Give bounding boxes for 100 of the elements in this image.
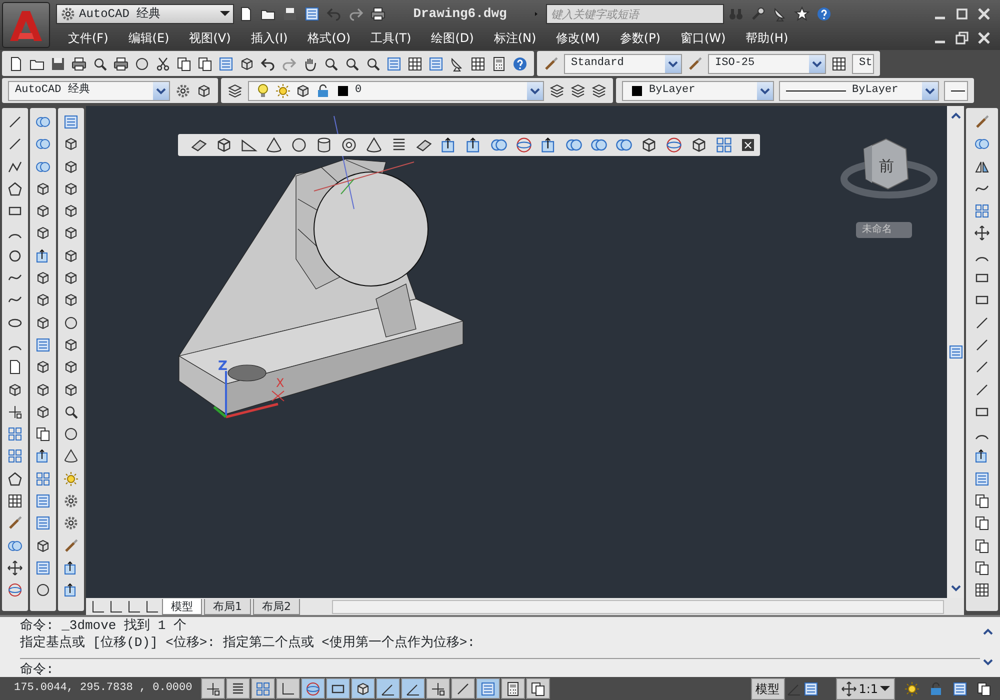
- redo-icon[interactable]: [348, 6, 364, 22]
- cube-icon[interactable]: [63, 270, 79, 286]
- copy-icon[interactable]: [974, 493, 990, 510]
- status-toggle[interactable]: [326, 678, 350, 699]
- layer-dropdown[interactable]: 0: [248, 80, 544, 100]
- line-icon[interactable]: [974, 382, 990, 398]
- layout-tab[interactable]: 布局1: [204, 598, 251, 614]
- table-icon[interactable]: [470, 56, 486, 72]
- cube-icon[interactable]: [215, 136, 233, 154]
- horizontal-scrollbar[interactable]: [332, 600, 944, 614]
- menu-item[interactable]: 参数(P): [610, 29, 670, 47]
- pentagon-icon[interactable]: [7, 470, 23, 487]
- cube-icon[interactable]: [63, 180, 79, 197]
- sphere-icon[interactable]: [63, 314, 79, 331]
- maximize-icon[interactable]: [954, 6, 970, 22]
- cube-icon[interactable]: [63, 359, 79, 376]
- magnifier-icon[interactable]: [92, 56, 108, 72]
- model-space-button[interactable]: 模型: [750, 678, 785, 700]
- list-icon[interactable]: [386, 56, 402, 72]
- gear-icon[interactable]: [63, 493, 79, 510]
- printer-icon[interactable]: [71, 56, 87, 72]
- close-icon[interactable]: [976, 30, 992, 46]
- cube-icon[interactable]: [63, 336, 79, 353]
- move-icon[interactable]: [974, 225, 990, 242]
- menu-item[interactable]: 帮助(H): [736, 29, 798, 47]
- annotation-scale-dropdown[interactable]: 1:1: [836, 678, 895, 700]
- cube-icon[interactable]: [35, 270, 51, 286]
- copy-icon[interactable]: [974, 515, 990, 532]
- menu-item[interactable]: 格式(O): [298, 29, 361, 47]
- cube-icon[interactable]: [640, 136, 658, 154]
- list-icon[interactable]: [304, 6, 320, 22]
- table-style-dropdown[interactable]: St: [852, 54, 874, 74]
- cube-icon[interactable]: [239, 56, 255, 72]
- orbit-icon[interactable]: [515, 136, 533, 154]
- save-icon[interactable]: [50, 56, 66, 72]
- dimension-style-dropdown[interactable]: ISO-25: [708, 54, 826, 74]
- list-icon[interactable]: [35, 493, 51, 510]
- sphere-icon[interactable]: [290, 136, 308, 154]
- tab-nav-icon[interactable]: [108, 598, 124, 614]
- lock-icon[interactable]: [928, 680, 944, 696]
- layers-icon[interactable]: [591, 82, 607, 98]
- gear-icon[interactable]: [175, 82, 191, 98]
- cube-icon[interactable]: [35, 382, 51, 398]
- layers-icon[interactable]: [549, 82, 565, 98]
- help-icon[interactable]: [512, 56, 528, 72]
- cube-icon[interactable]: [35, 359, 51, 376]
- tab-nav-icon[interactable]: [126, 598, 142, 614]
- list-icon[interactable]: [218, 56, 234, 72]
- crosshair-icon[interactable]: [7, 404, 23, 420]
- document-icon[interactable]: [8, 56, 24, 72]
- tab-nav-icon[interactable]: [144, 598, 160, 614]
- list-icon[interactable]: [35, 515, 51, 532]
- star-icon[interactable]: [794, 6, 810, 22]
- list-icon[interactable]: [428, 56, 444, 72]
- brush-icon[interactable]: [687, 56, 703, 72]
- cube-icon[interactable]: [63, 292, 79, 308]
- table-icon[interactable]: [831, 56, 847, 72]
- search-field[interactable]: 键入关键字或短语: [546, 4, 724, 24]
- cube-icon[interactable]: [35, 225, 51, 242]
- drawing-canvas[interactable]: Z X 前 未命名 ×: [86, 106, 947, 598]
- table-icon[interactable]: [974, 582, 990, 598]
- scissors-icon[interactable]: [155, 56, 171, 72]
- document-icon[interactable]: [7, 359, 23, 376]
- list-icon[interactable]: [63, 114, 79, 130]
- list-icon[interactable]: [974, 470, 990, 487]
- viewcube[interactable]: [863, 138, 909, 190]
- copy-icon[interactable]: [35, 426, 51, 442]
- magnifier-icon[interactable]: [63, 404, 79, 420]
- undo-icon[interactable]: [260, 56, 276, 72]
- table-icon[interactable]: [407, 56, 423, 72]
- status-toggle[interactable]: [351, 678, 375, 699]
- cube-icon[interactable]: [63, 225, 79, 242]
- cone-icon[interactable]: [365, 136, 383, 154]
- status-toggle[interactable]: [451, 678, 475, 699]
- copy-icon[interactable]: [197, 56, 213, 72]
- copy-icon[interactable]: [176, 56, 192, 72]
- cone-icon[interactable]: [63, 448, 79, 464]
- menu-item[interactable]: 窗口(W): [670, 29, 736, 47]
- brush-icon[interactable]: [63, 538, 79, 554]
- list-icon[interactable]: [952, 680, 968, 696]
- status-toggle[interactable]: [501, 678, 525, 699]
- brush-icon[interactable]: [543, 56, 559, 72]
- dish-icon[interactable]: [772, 6, 788, 22]
- menu-item[interactable]: 标注(N): [484, 29, 546, 47]
- cube-icon[interactable]: [35, 203, 51, 220]
- list-icon[interactable]: [802, 680, 819, 696]
- brush-icon[interactable]: [974, 114, 990, 130]
- grid-icon[interactable]: [7, 426, 23, 442]
- close-icon[interactable]: [976, 6, 992, 22]
- menu-item[interactable]: 工具(T): [360, 29, 422, 47]
- gear-icon[interactable]: [63, 515, 79, 532]
- grid-icon[interactable]: [974, 203, 990, 220]
- menu-item[interactable]: 视图(V): [179, 29, 241, 47]
- menu-item[interactable]: 编辑(E): [118, 29, 180, 47]
- layout-tab[interactable]: 模型: [162, 598, 202, 614]
- cube-icon[interactable]: [63, 136, 79, 152]
- cube-icon[interactable]: [63, 203, 79, 220]
- cube-icon[interactable]: [35, 538, 51, 554]
- cube-icon[interactable]: [196, 82, 212, 98]
- brush-icon[interactable]: [7, 515, 23, 532]
